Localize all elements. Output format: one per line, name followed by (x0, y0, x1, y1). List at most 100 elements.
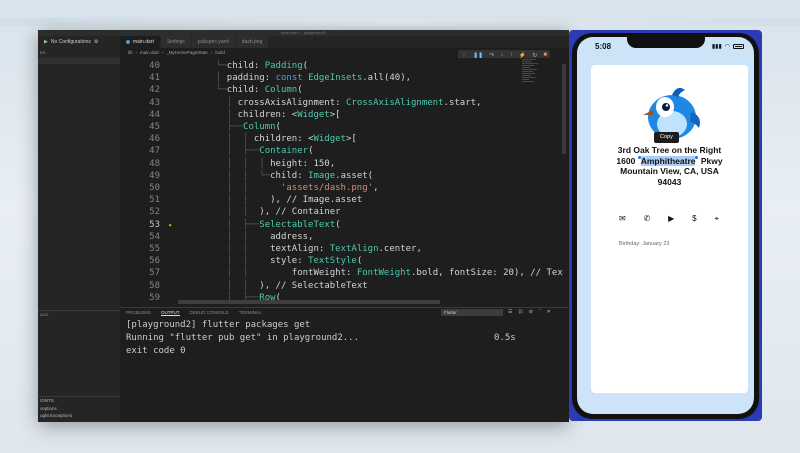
code-text: ├──Column( (178, 122, 281, 132)
line-number: 51 (149, 195, 160, 206)
breakpoint-item[interactable]: ceptions (38, 406, 120, 411)
tab-main-dart[interactable]: main.dart (120, 36, 161, 48)
tab-debug-console[interactable]: DEBUG CONSOLE (190, 310, 229, 315)
code-line[interactable]: 50 │ │ 'assets/dash.png', (120, 182, 568, 194)
line-number: 40 (149, 61, 160, 71)
list-icon[interactable]: ☰ (508, 309, 512, 315)
line-number: 42 (149, 85, 160, 96)
line-number: 47 (149, 146, 160, 157)
panel-actions: ☰ ⊡ ⊘ ˆ ✕ (508, 309, 551, 315)
code-line[interactable]: 40 └─child: Padding( (120, 60, 568, 72)
code-text: │ crossAxisAlignment: CrossAxisAlignment… (178, 97, 482, 108)
code-text: │ children: <Widget>[ (178, 109, 341, 120)
code-line[interactable]: 57 │ │ fontWeight: FontWeight.bold, font… (120, 267, 568, 279)
signal-icon: ▮▮▮ (711, 44, 722, 50)
code-line[interactable]: 48 │ │ │ height: 150, (120, 158, 568, 170)
gear-icon[interactable]: ⚙ (94, 39, 98, 45)
money-icon[interactable]: $ (692, 214, 696, 224)
video-icon[interactable]: ▶ (668, 214, 674, 224)
phone-screen: 5:08 ▮▮▮ ◠ Copy 3rd Oak Tree on the Righ… (577, 37, 754, 414)
lightbulb-icon[interactable]: ✦ (168, 219, 172, 231)
code-line[interactable]: 51 │ │ ), // Image.asset (120, 194, 568, 206)
code-text: │ │ fontWeight: FontWeight.bold, fontSiz… (178, 268, 563, 279)
tab-terminal[interactable]: TERMINAL (239, 310, 262, 315)
sidebar-divider (38, 396, 120, 397)
breadcrumb-item[interactable]: main.dart (140, 50, 159, 55)
code-text: │ │ 'assets/dash.png', (178, 183, 379, 193)
tab-problems[interactable]: PROBLEMS (126, 310, 151, 315)
status-time: 5:08 (595, 42, 612, 51)
code-line[interactable]: 49 │ │ └─child: Image.asset( (120, 170, 568, 182)
sidebar-selected-row[interactable] (38, 58, 120, 64)
code-line[interactable]: 54 │ │ address, (120, 231, 568, 243)
breadcrumb-item[interactable]: build (215, 50, 225, 55)
tab-settings[interactable]: Settings (160, 36, 192, 48)
editor-horizontal-scrollbar[interactable] (178, 300, 440, 304)
code-text: │ ├──SelectableText( (178, 219, 341, 230)
address-line: 1600 Amphitheatre Pkwy (616, 155, 723, 166)
play-icon[interactable]: ▶ (44, 39, 48, 45)
config-select[interactable]: No Configurations (51, 39, 91, 45)
address-selectable-text[interactable]: 3rd Oak Tree on the Right 1600 Amphithea… (591, 145, 748, 187)
tab-label: main.dart (133, 39, 154, 45)
breadcrumb-item[interactable]: lib (128, 50, 133, 55)
maximize-icon[interactable]: ˆ (539, 309, 541, 315)
code-line[interactable]: 44 │ children: <Widget>[ (120, 109, 568, 121)
code-line[interactable]: 47 │ ├──Container( (120, 145, 568, 157)
line-number: 53 (149, 219, 160, 230)
code-line[interactable]: 42 └─child: Column( (120, 84, 568, 96)
breakpoint-item[interactable]: ught Exceptions (38, 413, 120, 418)
line-number: 58 (149, 280, 160, 291)
call-stack-label: ACK (40, 312, 49, 317)
code-line[interactable]: 43 │ crossAxisAlignment: CrossAxisAlignm… (120, 97, 568, 109)
line-number: 56 (149, 256, 160, 267)
breadcrumb-item[interactable]: _MyHomePageState (166, 50, 208, 55)
minimap[interactable] (522, 58, 542, 118)
tab-dash-png[interactable]: dash.png (235, 36, 270, 48)
debug-sidebar: ▶ No Configurations ⚙ ES ACK OINTS cepti… (38, 36, 120, 422)
code-text: └─child: Padding( (178, 61, 309, 71)
output-line: exit code 0 (126, 346, 186, 356)
line-number: 45 (149, 122, 160, 132)
output-panel[interactable]: [playground2] flutter packages get Runni… (120, 318, 569, 422)
tab-label: Settings (166, 39, 185, 45)
debug-toolbar-row: ▶ No Configurations ⚙ (38, 36, 120, 48)
code-line[interactable]: 52 │ │ ), // Container (120, 206, 568, 218)
code-line[interactable]: 58 │ │ ), // SelectableText (120, 280, 568, 292)
address-line: 94043 (657, 176, 682, 187)
line-number: 41 (149, 73, 160, 84)
contact-card: Copy 3rd Oak Tree on the Right 1600 Amph… (591, 65, 748, 393)
location-icon[interactable]: ⌖ (714, 214, 719, 224)
code-text: │ ├──Container( (178, 146, 314, 157)
line-number: 52 (149, 207, 160, 218)
code-text: │ │ └─child: Image.asset( (178, 170, 374, 181)
code-text: │ │ │ height: 150, (178, 158, 336, 169)
code-text: │ │ children: <Widget>[ (178, 134, 357, 145)
close-icon[interactable]: ✕ (547, 309, 551, 315)
tab-pubspec[interactable]: pubspec.yaml (191, 36, 236, 48)
tab-output[interactable]: OUTPUT (161, 310, 180, 316)
code-line[interactable]: 46 │ │ children: <Widget>[ (120, 133, 568, 145)
phone-icon[interactable]: ✆ (644, 214, 651, 224)
code-text: │ │ address, (178, 231, 314, 242)
copy-popup-button[interactable]: Copy (654, 132, 679, 143)
code-text: │ │ ), // Container (178, 207, 341, 218)
editor-tabs: main.dart Settings pubspec.yaml dash.png (120, 36, 569, 48)
lock-icon[interactable]: ⊡ (518, 309, 522, 315)
line-number: 57 (149, 268, 160, 279)
code-line[interactable]: 56 │ │ style: TextStyle( (120, 255, 568, 267)
code-editor[interactable]: 40 └─child: Padding(41 │ padding: const … (120, 58, 568, 304)
code-line[interactable]: 53 ✦ │ ├──SelectableText( (120, 219, 568, 231)
code-line[interactable]: 41 │ padding: const EdgeInsets.all(40), (120, 72, 568, 84)
editor-scrollbar[interactable] (562, 64, 566, 154)
email-icon[interactable]: ✉ (619, 214, 626, 224)
tab-label: dash.png (241, 39, 263, 45)
code-line[interactable]: 55 │ │ textAlign: TextAlign.center, (120, 243, 568, 255)
output-channel-select[interactable]: Flutter (441, 309, 503, 316)
contact-actions-row: ✉ ✆ ▶ $ ⌖ (619, 214, 719, 224)
code-line[interactable]: 45 ├──Column( (120, 121, 568, 133)
variables-section-label: ES (40, 50, 46, 55)
clear-icon[interactable]: ⊘ (529, 309, 533, 315)
birthday-text: Birthday: January 23 (619, 241, 670, 247)
code-text: │ │ ), // SelectableText (178, 280, 368, 291)
